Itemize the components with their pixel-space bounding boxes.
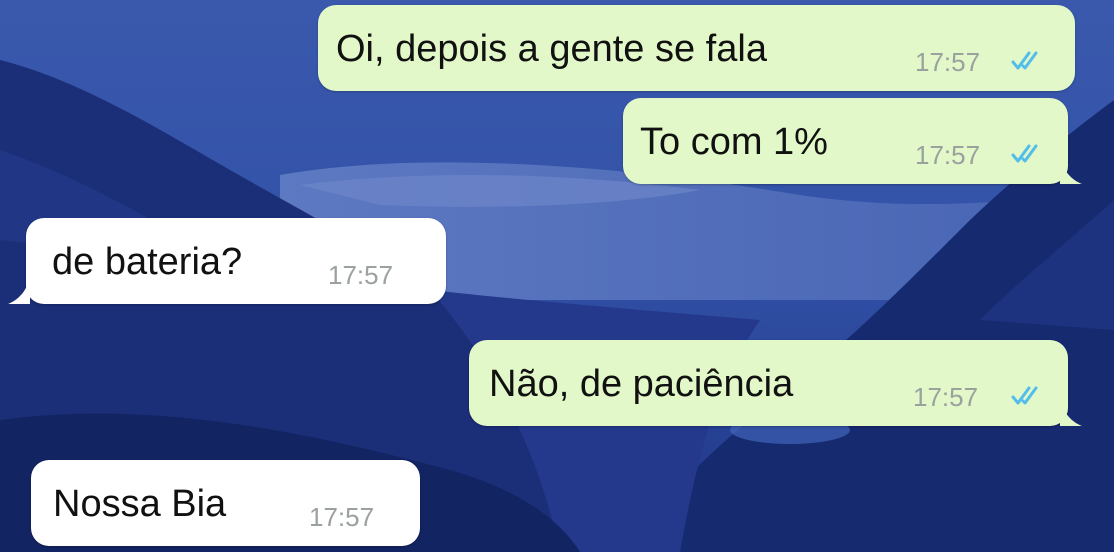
message-time: 17:57: [309, 502, 375, 532]
message-time: 17:57: [915, 47, 981, 77]
message-text: Não, de paciência: [489, 363, 794, 405]
message-time: 17:57: [328, 260, 394, 290]
read-double-check-icon: [1011, 384, 1045, 408]
incoming-message-bubble[interactable]: Nossa Bia 17:57: [31, 460, 420, 546]
outgoing-message-bubble[interactable]: To com 1% 17:57: [623, 98, 1068, 184]
message-time: 17:57: [915, 140, 981, 170]
bubble-tail: [1060, 400, 1082, 426]
message-text: Nossa Bia: [53, 483, 227, 525]
message-text: To com 1%: [640, 121, 828, 163]
incoming-message-bubble[interactable]: de bateria? 17:57: [26, 218, 446, 304]
bubble-tail: [1060, 158, 1082, 184]
outgoing-message-bubble[interactable]: Oi, depois a gente se fala 17:57: [318, 5, 1075, 91]
read-double-check-icon: [1011, 142, 1045, 166]
message-time: 17:57: [913, 382, 979, 412]
message-text: Oi, depois a gente se fala: [336, 28, 767, 70]
read-double-check-icon: [1011, 49, 1045, 73]
bubble-tail: [8, 278, 30, 304]
outgoing-message-bubble[interactable]: Não, de paciência 17:57: [469, 340, 1068, 426]
message-text: de bateria?: [52, 241, 243, 283]
